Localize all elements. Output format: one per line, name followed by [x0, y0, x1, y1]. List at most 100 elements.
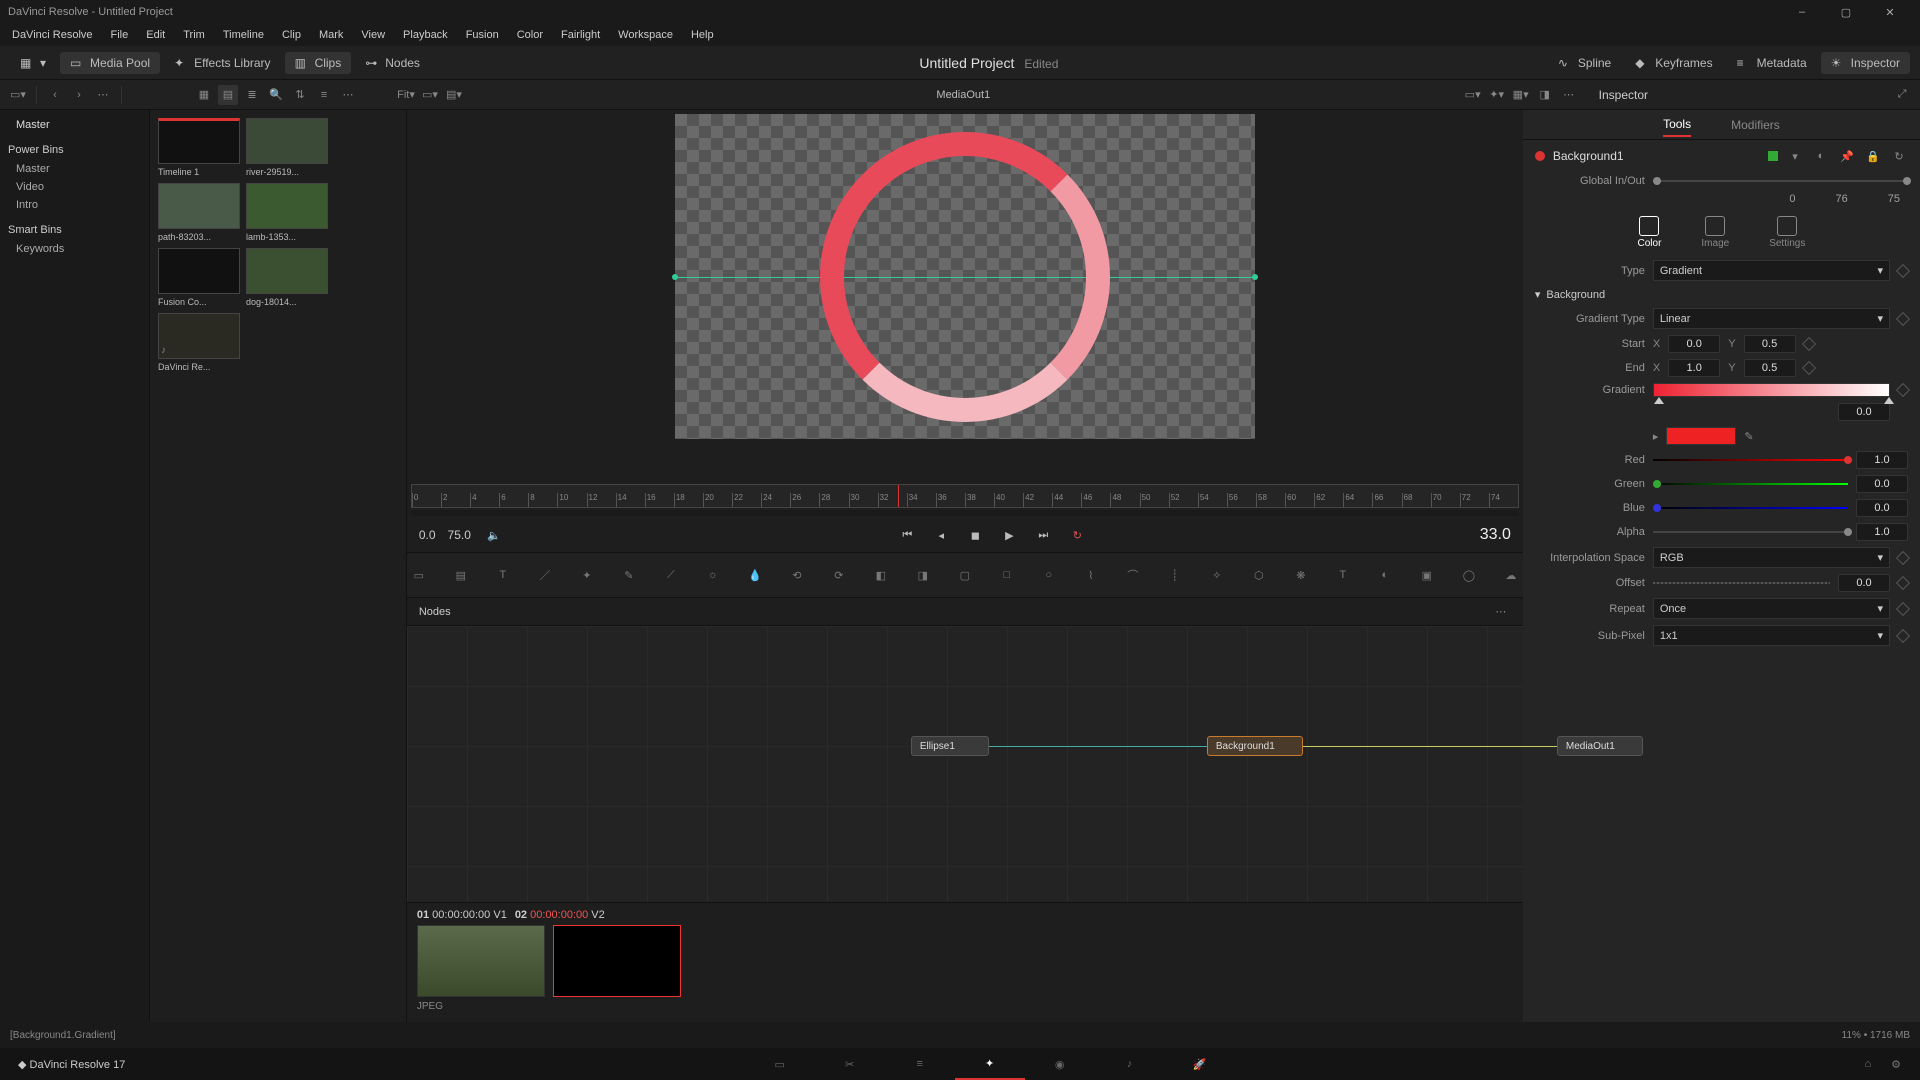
- pin-icon[interactable]: 📌: [1838, 147, 1856, 165]
- gradient-end-handle[interactable]: [1252, 274, 1258, 280]
- end-x-input[interactable]: 1.0: [1668, 359, 1720, 377]
- menu-edit[interactable]: Edit: [146, 29, 165, 41]
- page-color[interactable]: ◉: [1025, 1048, 1095, 1080]
- tab-tools[interactable]: Tools: [1663, 113, 1691, 137]
- fusion-tool-2[interactable]: T: [491, 563, 515, 587]
- media-clip[interactable]: ♪DaVinci Re...: [158, 313, 240, 372]
- menu-workspace[interactable]: Workspace: [618, 29, 673, 41]
- fusion-tool-13[interactable]: ▢: [953, 563, 977, 587]
- project-settings-icon[interactable]: ⚙: [1882, 1058, 1910, 1071]
- interp-dropdown[interactable]: RGB▾: [1653, 547, 1890, 568]
- spline-toggle[interactable]: ∿Spline: [1548, 52, 1621, 74]
- viewer-mode-1[interactable]: ▭▾: [420, 85, 440, 105]
- fusion-tool-16[interactable]: ⌇: [1079, 563, 1103, 587]
- global-inout-slider[interactable]: [1653, 180, 1908, 182]
- lock-icon[interactable]: 🔒: [1864, 147, 1882, 165]
- node-mediaout1[interactable]: MediaOut1: [1557, 736, 1643, 756]
- chevron-down-icon[interactable]: ▾: [1535, 288, 1541, 301]
- fusion-tool-21[interactable]: ❋: [1289, 563, 1313, 587]
- sort-icon[interactable]: ≡: [314, 85, 334, 105]
- menu-fairlight[interactable]: Fairlight: [561, 29, 600, 41]
- offset-slider[interactable]: [1653, 582, 1830, 584]
- inspector-expand-icon[interactable]: ⤢: [1892, 85, 1912, 105]
- search-icon[interactable]: 🔍: [266, 85, 286, 105]
- view-thumb-icon[interactable]: ▦: [194, 85, 214, 105]
- end-y-input[interactable]: 0.5: [1744, 359, 1796, 377]
- viewer-opt-4[interactable]: ◨: [1535, 85, 1555, 105]
- stop-position-input[interactable]: 0.0: [1838, 403, 1890, 421]
- fusion-tool-3[interactable]: ／: [533, 563, 557, 587]
- view-list-icon[interactable]: ≣: [242, 85, 262, 105]
- powerbin-item[interactable]: Master: [8, 160, 141, 178]
- alpha-input[interactable]: 1.0: [1856, 523, 1908, 541]
- fusion-tool-20[interactable]: ⬡: [1247, 563, 1271, 587]
- fusion-tool-8[interactable]: 💧: [743, 563, 767, 587]
- media-clip[interactable]: river-29519...: [246, 118, 328, 177]
- keyframe-diamond[interactable]: [1896, 628, 1910, 642]
- menu-file[interactable]: File: [111, 29, 129, 41]
- type-dropdown[interactable]: Gradient▾: [1653, 260, 1890, 281]
- step-back-icon[interactable]: ◂: [930, 524, 952, 546]
- inspector-toggle[interactable]: ☀Inspector: [1821, 52, 1910, 74]
- red-slider[interactable]: [1653, 459, 1848, 461]
- keyframe-diamond[interactable]: [1896, 263, 1910, 277]
- page-cut[interactable]: ✂: [815, 1048, 885, 1080]
- menu-help[interactable]: Help: [691, 29, 714, 41]
- eyedropper-icon[interactable]: ✎: [1744, 430, 1753, 443]
- green-input[interactable]: 0.0: [1856, 475, 1908, 493]
- offset-input[interactable]: 0.0: [1838, 574, 1890, 592]
- bin-view-icon[interactable]: ▭▾: [8, 85, 28, 105]
- viewer-opt-1[interactable]: ▭▾: [1463, 85, 1483, 105]
- reset-icon[interactable]: ↻: [1890, 147, 1908, 165]
- menu-trim[interactable]: Trim: [183, 29, 205, 41]
- fusion-tool-1[interactable]: ▤: [449, 563, 473, 587]
- viewer-opt-5[interactable]: ⋯: [1559, 85, 1579, 105]
- keyframe-diamond[interactable]: [1896, 550, 1910, 564]
- menu-color[interactable]: Color: [517, 29, 543, 41]
- ruler-scrollbar[interactable]: [411, 510, 1519, 516]
- menu-timeline[interactable]: Timeline: [223, 29, 264, 41]
- playhead[interactable]: [898, 485, 899, 507]
- page-media[interactable]: ▭: [745, 1048, 815, 1080]
- fusion-tool-4[interactable]: ✦: [575, 563, 599, 587]
- go-first-icon[interactable]: ⏮: [896, 524, 918, 546]
- fusion-tool-11[interactable]: ◧: [869, 563, 893, 587]
- page-fairlight[interactable]: ♪: [1095, 1048, 1165, 1080]
- gradient-stop-0[interactable]: [1654, 397, 1664, 404]
- start-x-input[interactable]: 0.0: [1668, 335, 1720, 353]
- node-graph[interactable]: Ellipse1Background1MediaOut1: [407, 626, 1523, 902]
- keyframe-diamond[interactable]: [1896, 601, 1910, 615]
- gradient-bar[interactable]: [1653, 383, 1890, 397]
- blue-slider[interactable]: [1653, 507, 1848, 509]
- nav-fwd-icon[interactable]: ›: [69, 85, 89, 105]
- gradient-stop-1[interactable]: [1884, 397, 1894, 404]
- cache-icon[interactable]: ◐: [1812, 147, 1830, 165]
- start-y-input[interactable]: 0.5: [1744, 335, 1796, 353]
- media-clip[interactable]: Fusion Co...: [158, 248, 240, 307]
- smartbin-item[interactable]: Keywords: [8, 240, 141, 258]
- close-button[interactable]: ✕: [1868, 0, 1912, 24]
- nav-back-icon[interactable]: ‹: [45, 85, 65, 105]
- menu-davinci-resolve[interactable]: DaVinci Resolve: [12, 29, 93, 41]
- repeat-dropdown[interactable]: Once▾: [1653, 598, 1890, 619]
- nodes-options-icon[interactable]: ⋯: [1491, 602, 1511, 622]
- media-clip[interactable]: dog-18014...: [246, 248, 328, 307]
- expand-color-icon[interactable]: ▸: [1653, 430, 1659, 443]
- fusion-tool-0[interactable]: ▭: [407, 563, 431, 587]
- subpixel-dropdown[interactable]: 1x1▾: [1653, 625, 1890, 646]
- keyframe-diamond[interactable]: [1896, 383, 1910, 397]
- dropdown-workspace[interactable]: ▦▾: [10, 52, 56, 74]
- menu-mark[interactable]: Mark: [319, 29, 343, 41]
- maximize-button[interactable]: ▢: [1824, 0, 1868, 24]
- background-section-header[interactable]: Background: [1546, 289, 1605, 301]
- minimize-button[interactable]: –: [1780, 0, 1824, 24]
- home-icon[interactable]: ⌂: [1854, 1058, 1882, 1070]
- options-icon[interactable]: ⋯: [93, 85, 113, 105]
- version-dropdown[interactable]: ▾: [1786, 147, 1804, 165]
- bin-master[interactable]: Master: [8, 116, 141, 134]
- loop-icon[interactable]: ↻: [1066, 524, 1088, 546]
- media-clip[interactable]: lamb-1353...: [246, 183, 328, 242]
- page-deliver[interactable]: 🚀: [1165, 1048, 1235, 1080]
- fusion-tool-10[interactable]: ⟳: [827, 563, 851, 587]
- media-pool-toggle[interactable]: ▭Media Pool: [60, 52, 160, 74]
